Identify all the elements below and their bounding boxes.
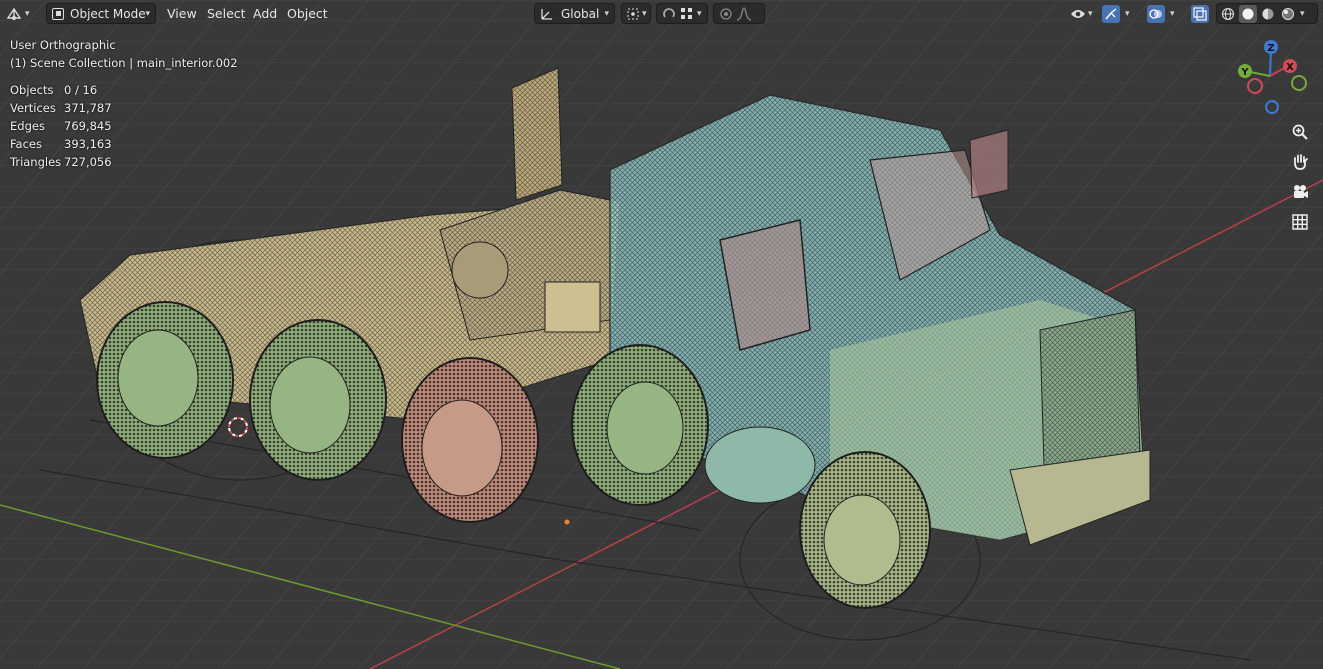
falloff-curve-icon[interactable] (735, 5, 753, 23)
grid-icon (1292, 214, 1308, 230)
rendered-shading-icon[interactable] (1279, 5, 1297, 23)
orientation-axes-icon (541, 8, 552, 20)
editor-type-icon (6, 7, 22, 20)
neg-x-handle (1247, 78, 1263, 94)
wheel-4 (571, 344, 709, 506)
scene-statistics: Objects 0 / 16 Vertices 371,787 Edges 769,8… (10, 81, 112, 171)
overlays-icon[interactable] (1147, 4, 1165, 23)
stat-row: Objects 0 / 16 (10, 81, 112, 99)
object-mode-icon (52, 7, 64, 20)
menu-add[interactable]: Add (247, 3, 283, 24)
viewport-header: ▾ Object Mode ▾ View Select Add Object G… (0, 0, 1323, 27)
x-axis-label: X (1286, 62, 1294, 73)
stat-label: Vertices (10, 101, 56, 115)
stat-label: Edges (10, 119, 45, 133)
gizmo-dropdown[interactable]: ▾ (1101, 3, 1141, 24)
stat-value: 371,787 (64, 101, 112, 115)
stat-label: Objects (10, 83, 54, 97)
proportional-edit-icon[interactable] (717, 5, 735, 23)
stat-label: Triangles (10, 155, 62, 169)
snapping-group[interactable]: ▾ (656, 3, 708, 24)
xray-icon[interactable] (1191, 4, 1209, 23)
menu-object[interactable]: Object (281, 3, 334, 24)
shading-chevron-icon[interactable]: ▾ (1300, 9, 1305, 19)
stat-label: Faces (10, 137, 42, 151)
navigation-gizmo[interactable]: Z X Y (1228, 36, 1312, 120)
pivot-point-dropdown[interactable]: ▾ (621, 3, 651, 24)
zoom-icon (1292, 124, 1308, 140)
viewport-info: User Orthographic (1) Scene Collection |… (10, 36, 238, 72)
viewport-scene (0, 0, 1323, 669)
orientation-label: Global (561, 6, 600, 21)
z-axis-label: Z (1267, 43, 1274, 54)
menu-select[interactable]: Select (201, 3, 252, 24)
editor-type-button[interactable]: ▾ (5, 3, 40, 24)
collection-line: (1) Scene Collection | main_interior.002 (10, 56, 238, 70)
hand-icon (1294, 154, 1308, 170)
stat-row: Faces 393,163 (10, 135, 112, 153)
view-name: User Orthographic (10, 38, 116, 52)
wheel-5 (799, 451, 931, 609)
wheel-3 (401, 357, 539, 523)
perspective-toggle-button[interactable] (1287, 209, 1313, 235)
neg-z-handle (1265, 100, 1279, 114)
wheel-2 (249, 319, 387, 481)
neg-y-handle (1291, 75, 1307, 91)
3d-viewport[interactable] (0, 0, 1323, 669)
stat-value: 0 / 16 (64, 83, 98, 97)
snap-toggle-icon[interactable] (660, 5, 678, 23)
stat-row: Triangles 727,056 (10, 153, 112, 171)
stat-row: Edges 769,845 (10, 117, 112, 135)
transform-orientation-dropdown[interactable]: Global ▾ (534, 3, 615, 24)
chevron-down-icon: ▾ (145, 8, 150, 19)
stat-value: 727,056 (64, 155, 112, 169)
mode-label: Object Mode (70, 6, 146, 21)
wheel-1 (96, 301, 234, 459)
pan-button[interactable] (1287, 149, 1313, 175)
shading-group[interactable]: ▾ (1216, 3, 1318, 24)
pivot-icon (627, 8, 639, 19)
solid-shading-icon[interactable] (1239, 4, 1257, 23)
y-axis-label: Y (1240, 67, 1249, 78)
stat-row: Vertices 371,787 (10, 99, 112, 117)
overlays-dropdown[interactable]: ▾ (1146, 3, 1188, 24)
menu-view[interactable]: View (161, 3, 203, 24)
xray-toggle[interactable] (1191, 3, 1213, 24)
material-shading-icon[interactable] (1259, 5, 1277, 23)
camera-view-button[interactable] (1287, 179, 1313, 205)
gizmo-icon[interactable] (1102, 4, 1120, 23)
mode-dropdown[interactable]: Object Mode ▾ (46, 3, 156, 24)
visibility-dropdown[interactable]: ▾ (1066, 3, 1098, 24)
proportional-edit-group[interactable] (713, 3, 765, 24)
snap-grid-icon[interactable] (678, 5, 696, 23)
camera-icon (1294, 185, 1308, 198)
stat-value: 393,163 (64, 137, 112, 151)
eye-icon (1071, 9, 1085, 18)
wireframe-shading-icon[interactable] (1219, 5, 1237, 23)
zoom-button[interactable] (1287, 119, 1313, 145)
stat-value: 769,845 (64, 119, 112, 133)
object-origin (564, 519, 570, 525)
